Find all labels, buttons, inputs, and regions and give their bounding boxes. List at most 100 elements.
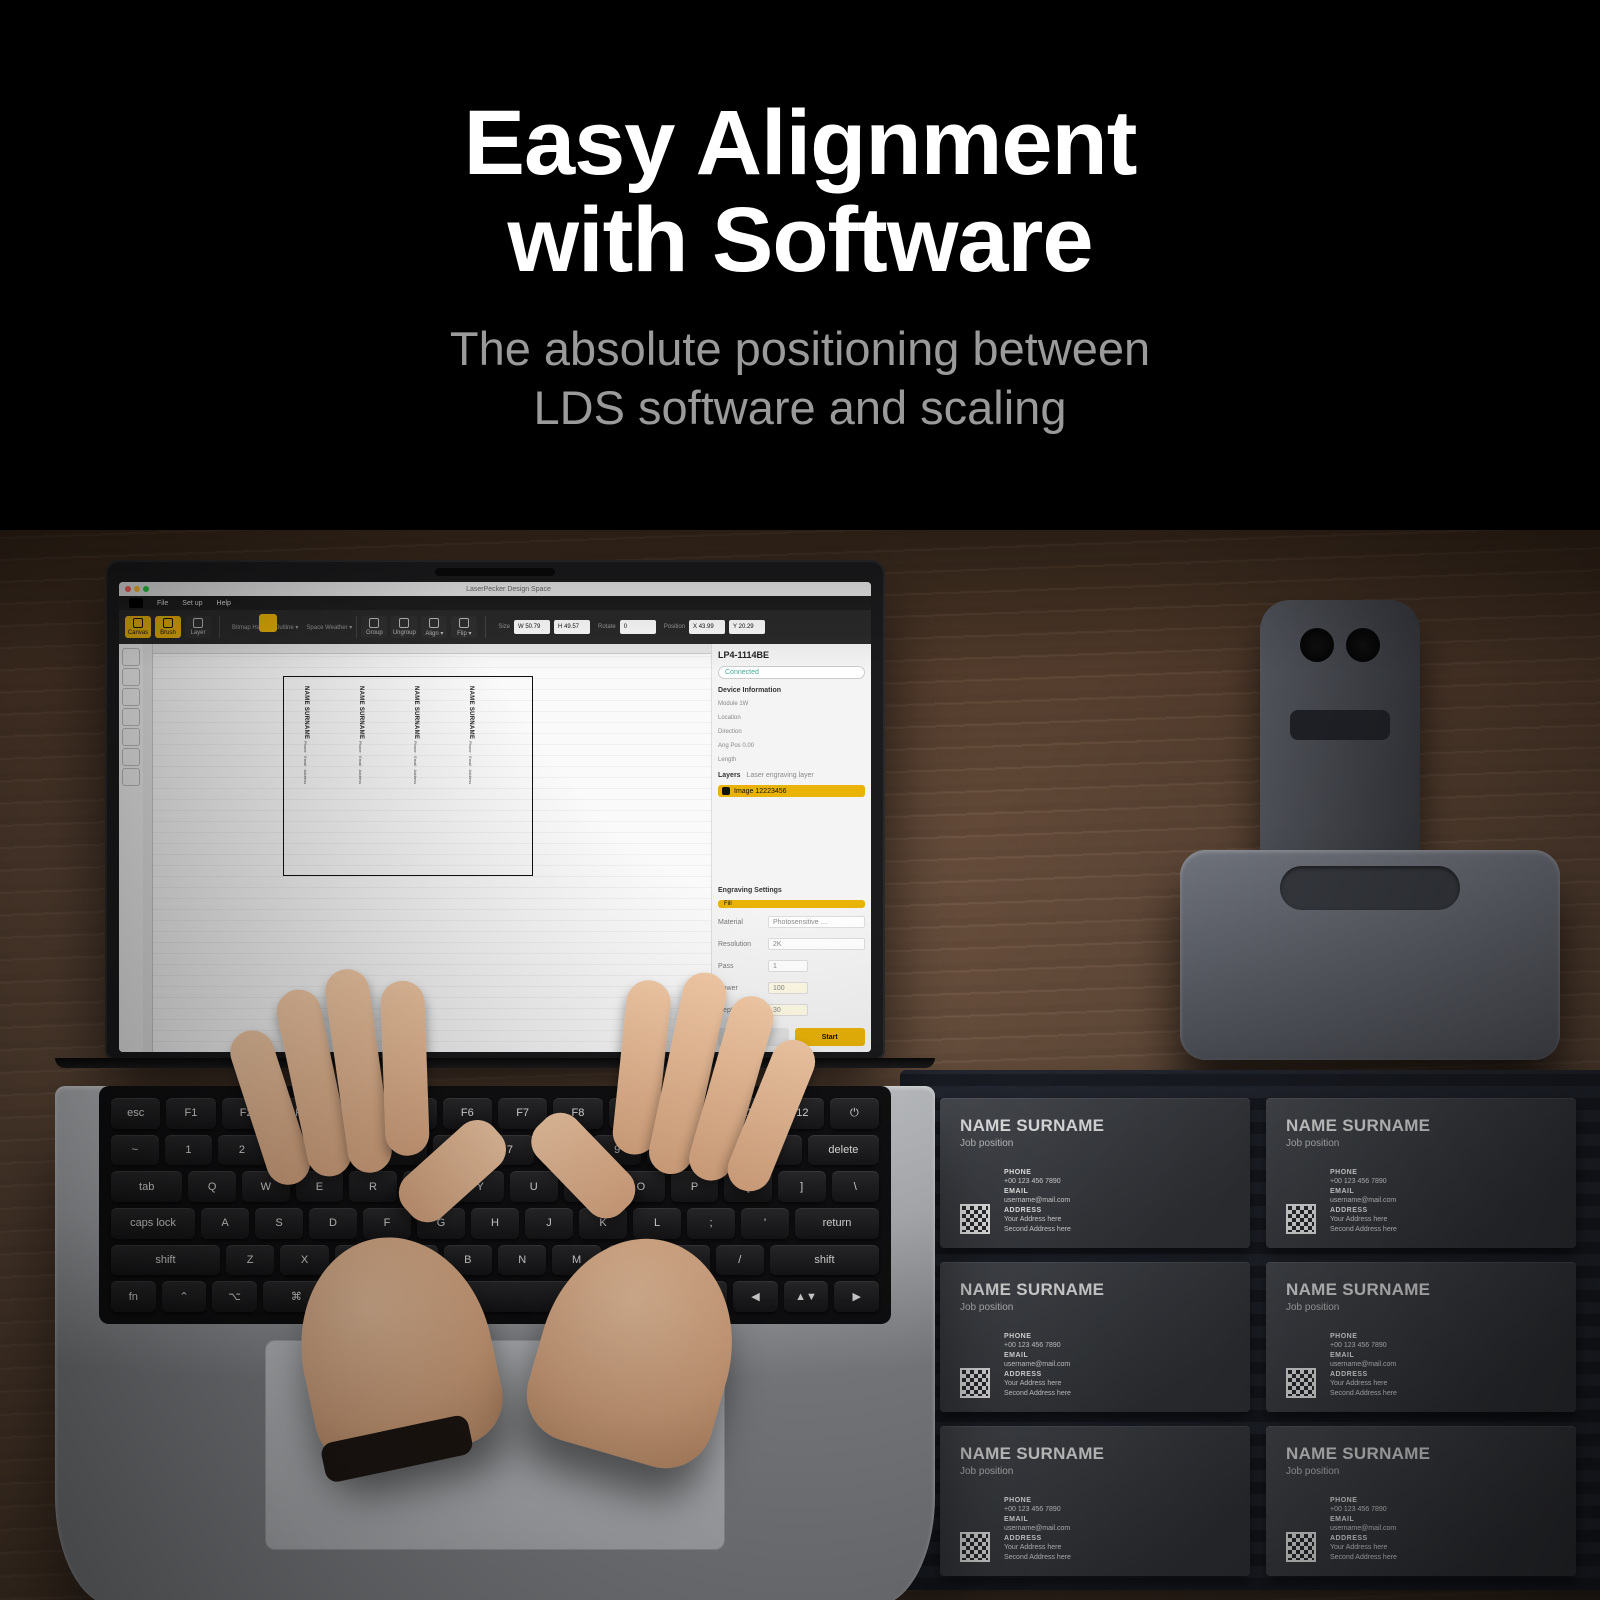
pass-input[interactable]: 1: [768, 960, 808, 972]
menu-bar: File Set up Help: [119, 596, 871, 610]
qr-code-icon: [960, 1204, 990, 1234]
headline-line1: Easy Alignment: [464, 92, 1137, 194]
sub-line1: The absolute positioning between: [450, 322, 1150, 375]
app-body: NAME SURNAMEPhone · Email · Address NAME…: [119, 644, 871, 1052]
headline-line2: with Software: [507, 189, 1092, 291]
pass-row: Pass1: [718, 960, 865, 972]
headline: Easy Alignment with Software: [0, 95, 1600, 288]
tool-ungroup[interactable]: Ungroup: [391, 616, 417, 638]
toolbar-ribbon: Canvas Brush Layer Bitmap Handle: Outlin…: [119, 610, 871, 644]
fill-pill[interactable]: Fill: [718, 900, 865, 908]
card-job: Job position: [960, 1138, 1230, 1149]
window-titlebar: LaserPecker Design Space: [119, 582, 871, 596]
image-tool-icon[interactable]: [122, 648, 140, 666]
laptop-screen-bezel: LaserPecker Design Space File Set up Hel…: [105, 560, 885, 1060]
info-length: Length: [718, 757, 865, 763]
pen-tool-icon[interactable]: [122, 708, 140, 726]
device-name: LP4-1114BE: [718, 650, 865, 660]
card-contact: PHONE+00 123 456 7890EMAILusername@mail.…: [1004, 1168, 1071, 1234]
menu-setup[interactable]: Set up: [182, 600, 202, 607]
laser-engraver: NAME SURNAMEJob position PHONE+00 123 45…: [980, 600, 1600, 1600]
business-card: NAME SURNAMEJob position PHONE+00 123 45…: [940, 1426, 1250, 1576]
text-tool-icon[interactable]: [122, 668, 140, 686]
resolution-select[interactable]: 2K: [768, 938, 865, 950]
qr-code-icon: [1286, 1204, 1316, 1234]
tool-group[interactable]: Group: [361, 616, 387, 638]
info-location: Location: [718, 715, 865, 721]
layers-heading: Layers Laser engraving layer: [718, 772, 865, 779]
separator: [219, 616, 220, 638]
column-slot: [1290, 710, 1390, 740]
tool-layer[interactable]: Layer: [185, 616, 211, 638]
sub-line2: LDS software and scaling: [534, 381, 1067, 434]
shape-tool-icon[interactable]: [122, 688, 140, 706]
tool-brush[interactable]: Brush: [155, 616, 181, 638]
separator: [485, 616, 486, 638]
separator: [356, 616, 357, 638]
size-label: Size: [498, 624, 510, 630]
business-card: NAME SURNAMEJob position PHONE+00 123 45…: [940, 1262, 1250, 1412]
home-icon[interactable]: [129, 598, 143, 608]
canvas-card-object[interactable]: NAME SURNAMEPhone · Email · Address: [358, 686, 398, 784]
qr-code-icon: [960, 1532, 990, 1562]
tool-flip[interactable]: Flip ▾: [451, 616, 477, 638]
material-row: MaterialPhotosensitive …: [718, 916, 865, 928]
height-field[interactable]: H 49.57: [554, 620, 590, 634]
canvas-card-object[interactable]: NAME SURNAMEPhone · Email · Address: [303, 686, 343, 784]
connection-badge[interactable]: Connected: [718, 666, 865, 679]
card-name: NAME SURNAME: [960, 1116, 1230, 1136]
app-title: LaserPecker Design Space: [152, 586, 865, 593]
business-card: NAME SURNAMEJob position PHONE+00 123 45…: [1266, 1098, 1576, 1248]
sensor-icon: [1300, 628, 1334, 662]
sensor-icon: [1346, 628, 1380, 662]
material-select[interactable]: Photosensitive …: [768, 916, 865, 928]
left-toolbar: [119, 644, 143, 1052]
qr-code-icon: [1286, 1532, 1316, 1562]
ruler-horizontal: [143, 644, 711, 654]
traffic-max-icon[interactable]: [143, 586, 149, 592]
pos-y-field[interactable]: Y 20.29: [729, 620, 765, 634]
space-dropdown[interactable]: Space Weather ▾: [306, 624, 352, 631]
business-card: NAME SURNAMEJob position PHONE+00 123 45…: [1266, 1262, 1576, 1412]
layer-row[interactable]: Image 12223456: [718, 785, 865, 797]
engraving-heading: Engraving Settings: [718, 887, 865, 894]
tool-canvas[interactable]: Canvas: [125, 616, 151, 638]
canvas-card-object[interactable]: NAME SURNAMEPhone · Email · Address: [468, 686, 508, 784]
power-row: Power100: [718, 982, 865, 994]
barcode-tool-icon[interactable]: [122, 748, 140, 766]
business-card: NAME SURNAME Job position PHONE+00 123 45…: [940, 1098, 1250, 1248]
subheadline: The absolute positioning between LDS sof…: [0, 320, 1600, 438]
laser-column: [1260, 600, 1420, 880]
ruler-vertical: [143, 644, 153, 1052]
traffic-min-icon[interactable]: [134, 586, 140, 592]
more-tool-icon[interactable]: [122, 768, 140, 786]
info-direction: Direction: [718, 729, 865, 735]
menu-help[interactable]: Help: [217, 600, 231, 607]
width-field[interactable]: W 50.79: [514, 620, 550, 634]
tool-align[interactable]: Align ▾: [421, 616, 447, 638]
rotate-label: Rotate: [598, 624, 616, 630]
resolution-row: Resolution2K: [718, 938, 865, 950]
business-cards-grid: NAME SURNAME Job position PHONE+00 123 45…: [940, 1098, 1600, 1576]
traffic-close-icon[interactable]: [125, 586, 131, 592]
qr-code-icon: [960, 1368, 990, 1398]
menu-file[interactable]: File: [157, 600, 168, 607]
depth-input[interactable]: 30: [768, 1004, 808, 1016]
device-info-heading: Device Information: [718, 687, 865, 694]
business-card: NAME SURNAMEJob position PHONE+00 123 45…: [1266, 1426, 1576, 1576]
right-panel: LP4-1114BE Connected Device Information …: [711, 644, 871, 1052]
qrcode-tool-icon[interactable]: [122, 728, 140, 746]
canvas-card-object[interactable]: NAME SURNAMEPhone · Email · Address: [413, 686, 453, 784]
rotate-field[interactable]: 0: [620, 620, 656, 634]
hero-text: Easy Alignment with Software The absolut…: [0, 95, 1600, 438]
layer-swatch-icon: [722, 787, 730, 795]
position-label: Position: [664, 624, 685, 630]
info-module: Module 1W: [718, 701, 865, 707]
qr-code-icon: [1286, 1368, 1316, 1398]
pos-x-field[interactable]: X 43.99: [689, 620, 725, 634]
power-input[interactable]: 100: [768, 982, 808, 994]
design-canvas[interactable]: NAME SURNAMEPhone · Email · Address NAME…: [143, 644, 711, 1052]
select-tool-icon[interactable]: [259, 614, 277, 632]
camera-notch: [435, 568, 555, 576]
design-software-window: LaserPecker Design Space File Set up Hel…: [119, 582, 871, 1052]
